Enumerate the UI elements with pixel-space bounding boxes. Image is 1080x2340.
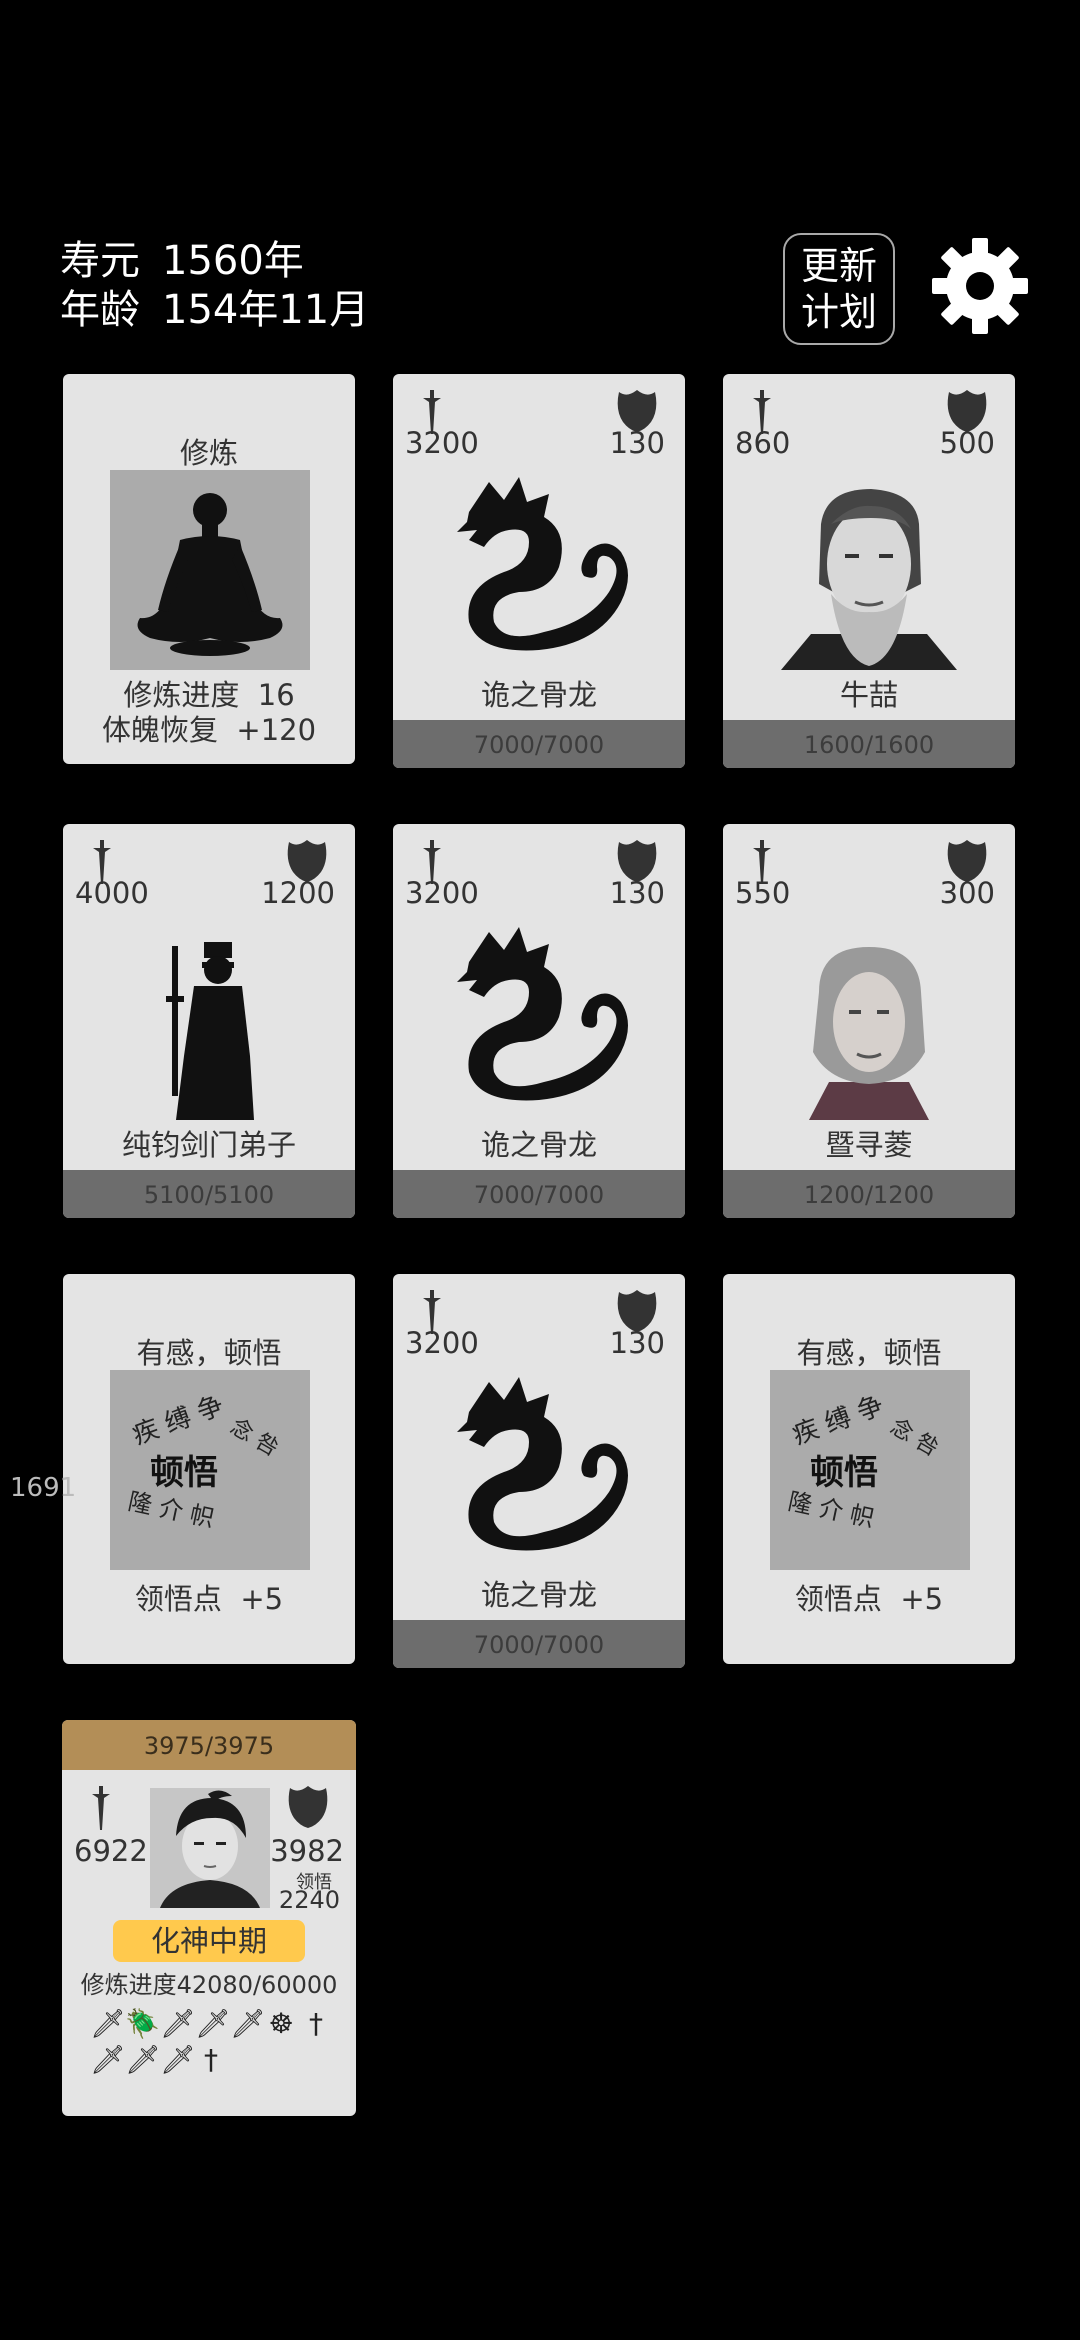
- dragon-icon: [457, 927, 628, 1101]
- attack-value: 3200: [405, 426, 479, 460]
- hp-bar: 1600/1600: [723, 720, 1015, 768]
- attack-value: 4000: [75, 876, 149, 910]
- attack-value: 3200: [405, 876, 479, 910]
- update-plan-button[interactable]: 更新 计划: [783, 233, 895, 345]
- player-hp-bar: 3975/3975: [62, 1720, 356, 1770]
- calligraphy-icon: 疾 缚 争 顿悟 隆 介 帜 念 咎: [770, 1370, 970, 1570]
- progress-label: 修炼进度: [80, 1971, 177, 1999]
- enemy-card-niuzhe[interactable]: 860 500 牛喆 1600/1600: [723, 374, 1015, 768]
- defense-value: 1200: [261, 876, 335, 910]
- hp-bar: 7000/7000: [393, 720, 685, 768]
- update-plan-label-2: 计划: [800, 290, 877, 334]
- lifespan-label: 寿元: [60, 238, 140, 284]
- enemy-name: 牛喆: [839, 678, 898, 712]
- card-title: 有感，顿悟: [136, 1336, 282, 1370]
- dagger-skill-icon[interactable]: †: [195, 2044, 227, 2076]
- player-card[interactable]: 3975/3975 6922 3982 领悟 2240 化神中期 修炼进度420…: [62, 1720, 356, 2116]
- calligraphy-icon: 疾 缚 争 顿悟 隆 介 帜 念 咎: [110, 1370, 310, 1570]
- defense-value: 300: [939, 876, 995, 910]
- enemy-card-jixunling[interactable]: 550 300 暨寻菱 1200/1200: [723, 824, 1015, 1218]
- lifespan-row: 寿元 1560年: [60, 237, 304, 285]
- dragon-icon: [457, 1377, 628, 1551]
- defense-value: 130: [609, 426, 665, 460]
- sword-skill-icon[interactable]: 🗡: [90, 2044, 126, 2076]
- shield-icon: [288, 1786, 328, 1828]
- sword-icon: [92, 1786, 110, 1830]
- defense-value: 130: [609, 876, 665, 910]
- insight-card[interactable]: 有感，顿悟 疾 缚 争 顿悟 隆 介 帜 念 咎 领悟点 +5: [63, 1274, 355, 1664]
- sword-skill-icon[interactable]: 🗡: [160, 2044, 196, 2076]
- skill-row-1: 🗡🪲🗡🗡🗡 ☸ †: [90, 2008, 340, 2040]
- attack-value: 860: [735, 426, 791, 460]
- hp-bar: 7000/7000: [393, 1620, 685, 1668]
- attack-value: 550: [735, 876, 791, 910]
- enemy-name: 暨寻菱: [825, 1128, 913, 1162]
- age-value: 154年11月: [162, 287, 370, 333]
- card-title: 有感，顿悟: [796, 1336, 942, 1370]
- old-woman-portrait: [809, 947, 929, 1120]
- player-defense: 3982: [270, 1834, 344, 1868]
- recovery-value: +120: [236, 713, 317, 747]
- insight-reward: 领悟点 +5: [63, 1576, 355, 1618]
- side-number: 1691: [10, 1473, 77, 1503]
- enemy-name: 诡之骨龙: [480, 678, 597, 712]
- insight-card[interactable]: 有感，顿悟 疾 缚 争 顿悟 隆 介 帜 念 咎 领悟点 +5: [723, 1274, 1015, 1664]
- skill-icons: 🗡🪲🗡🗡🗡 ☸ † 🗡🗡🗡 †: [90, 2008, 340, 2076]
- hp-bar: 5100/5100: [63, 1170, 355, 1218]
- enemy-card-bone-dragon[interactable]: 3200 130 诡之骨龙 7000/7000: [393, 374, 685, 768]
- swordsman-silhouette: [166, 942, 254, 1120]
- enemy-card-bone-dragon[interactable]: 3200 130 诡之骨龙 7000/7000: [393, 824, 685, 1218]
- enemy-name: 纯钧剑门弟子: [121, 1128, 296, 1162]
- age-row: 年龄 154年11月: [60, 286, 369, 334]
- meditation-icon: [110, 470, 310, 670]
- player-attack: 6922: [74, 1834, 148, 1868]
- dragon-icon: [457, 477, 628, 651]
- age-label: 年龄: [60, 287, 140, 333]
- enemy-name: 诡之骨龙: [480, 1578, 597, 1612]
- defense-value: 500: [939, 426, 995, 460]
- beetle-skill-icon[interactable]: 🪲: [125, 2008, 160, 2040]
- hp-bar: 1200/1200: [723, 1170, 1015, 1218]
- sword-skill-icon[interactable]: 🗡: [125, 2044, 161, 2076]
- sword-skill-icon[interactable]: 🗡: [195, 2008, 231, 2040]
- card-title: 修炼: [179, 436, 238, 470]
- defense-value: 130: [609, 1326, 665, 1360]
- progress-value: 42080/60000: [176, 1971, 338, 1999]
- attack-value: 3200: [405, 1326, 479, 1360]
- update-plan-label-1: 更新: [800, 244, 877, 288]
- insight-value: 2240: [278, 1886, 340, 1914]
- sword-skill-icon[interactable]: 🗡: [160, 2008, 196, 2040]
- player-progress: 修炼进度42080/60000: [62, 1965, 356, 2000]
- enemy-card-bone-dragon[interactable]: 3200 130 诡之骨龙 7000/7000: [393, 1274, 685, 1668]
- cultivate-card[interactable]: 修炼 修炼进度 16 体魄恢复 +120: [63, 374, 355, 764]
- hp-bar: 7000/7000: [393, 1170, 685, 1218]
- sword-skill-icon[interactable]: 🗡: [90, 2008, 126, 2040]
- recovery-line: 体魄恢复 +120: [63, 707, 355, 749]
- sword-skill-icon[interactable]: 🗡: [230, 2008, 266, 2040]
- dagger-skill-icon[interactable]: †: [300, 2008, 332, 2040]
- recovery-label: 体魄恢复: [101, 713, 218, 747]
- enemy-card-sword-disciple[interactable]: 4000 1200 纯钧剑门弟子 5100/5100: [63, 824, 355, 1218]
- skill-row-2: 🗡🗡🗡 †: [90, 2044, 340, 2076]
- enemy-name: 诡之骨龙: [480, 1128, 597, 1162]
- gear-icon[interactable]: [930, 236, 1030, 336]
- reward-label: 领悟点: [134, 1582, 222, 1616]
- old-man-portrait: [781, 489, 957, 670]
- reward-value: +5: [900, 1582, 944, 1616]
- realm-badge: 化神中期: [113, 1920, 305, 1962]
- reward-label: 领悟点: [794, 1582, 882, 1616]
- reward-value: +5: [240, 1582, 284, 1616]
- lifespan-value: 1560年: [162, 238, 304, 284]
- insight-reward: 领悟点 +5: [723, 1576, 1015, 1618]
- wheel-skill-icon[interactable]: ☸: [265, 2008, 297, 2040]
- player-avatar: [150, 1788, 270, 1908]
